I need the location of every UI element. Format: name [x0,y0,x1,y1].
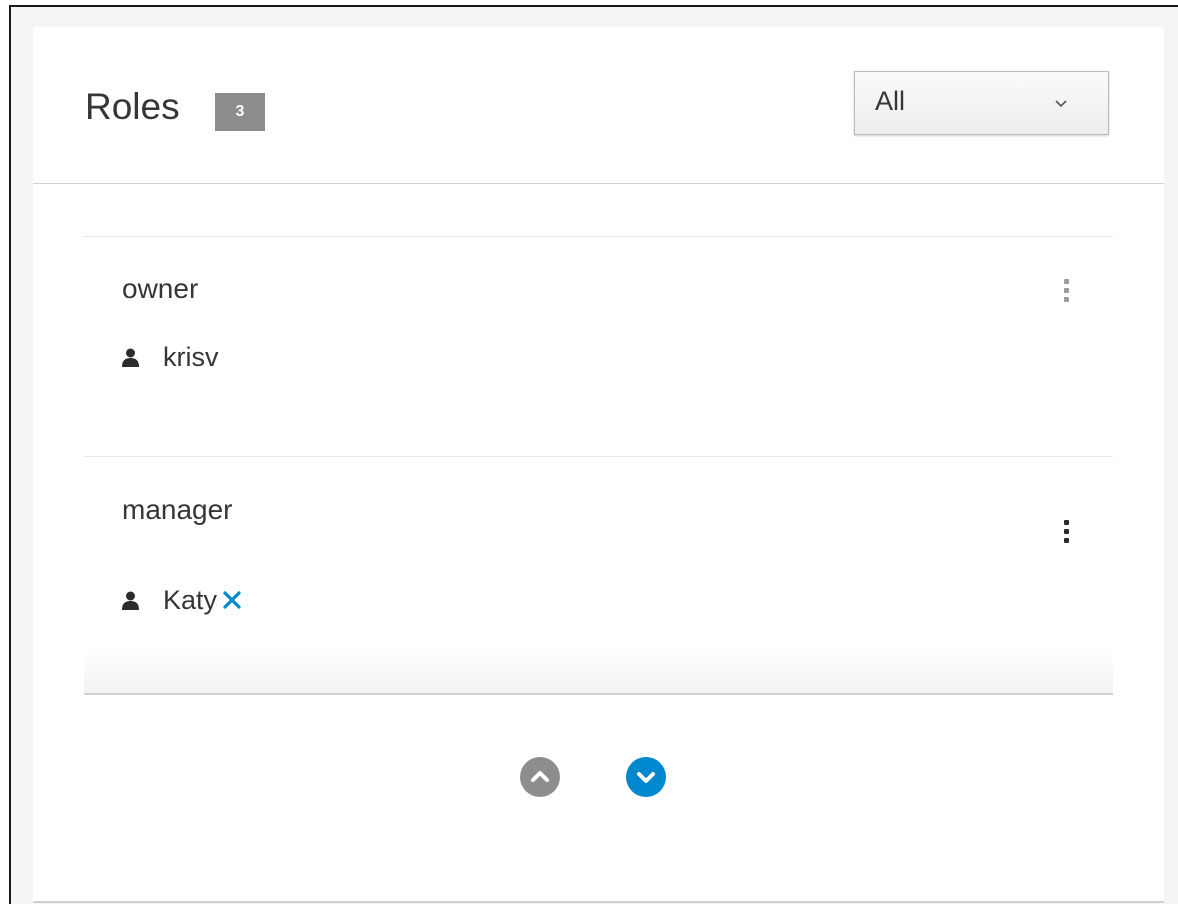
user-name: Katy [163,584,218,615]
card-title: Roles [85,86,180,127]
user-icon [122,591,139,610]
role-user-item: krisv [122,341,219,373]
roles-card: Roles 3 All owner krisv manager Katy [33,27,1164,903]
chevron-down-icon [1055,100,1067,108]
user-icon [122,348,139,367]
previous-page-button[interactable] [520,757,560,797]
chevron-down-circle-icon [637,772,655,783]
role-name: manager [122,494,233,525]
close-icon[interactable] [222,590,242,610]
role-name: owner [122,273,199,304]
chevron-up-circle-icon [531,771,549,782]
kebab-icon[interactable] [1059,520,1073,556]
role-user-item: Katy [122,584,242,616]
card-header: Roles 3 All [33,27,1164,184]
page-frame: Roles 3 All owner krisv manager Katy [9,5,1178,904]
role-filter-dropdown[interactable]: All [854,71,1109,135]
user-name: krisv [163,341,219,372]
role-row-owner: owner krisv [84,237,1113,457]
roles-count-badge: 3 [215,93,265,131]
filter-selected-value: All [875,86,906,116]
role-row-manager: manager Katy [84,458,1113,695]
kebab-icon[interactable] [1059,279,1073,315]
next-page-button[interactable] [626,757,666,797]
